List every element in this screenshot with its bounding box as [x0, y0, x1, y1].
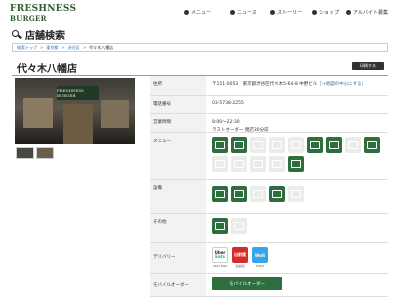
mobile-order-button[interactable]: モバイルオーダー	[212, 277, 282, 290]
uber-eats-caption: Uber Eats	[212, 264, 228, 268]
menu-feature-icon	[269, 156, 285, 172]
menu-feature-icon	[307, 137, 323, 153]
shop-icon	[312, 10, 317, 15]
delivery-label: デリバリー	[150, 243, 206, 273]
photo-sign: FRESHNESS BURGER	[57, 86, 99, 100]
facilities-label: 設備	[150, 180, 206, 213]
nav-story[interactable]: ストーリー	[270, 9, 302, 16]
address-value: 〒151-0053 東京都渋谷区代々木5-64-8 中野ビル［→地図の中心にする…	[212, 81, 388, 87]
row-hours: 営業時間 8:00～22:30 ラストオーダー 閉店30分前	[150, 114, 388, 133]
map-center-link[interactable]: ［→地図の中心にする］	[317, 82, 366, 87]
wolt-logo-text: Wolt	[254, 252, 266, 258]
mobile-order-label: モバイルオーダー	[150, 274, 206, 296]
nav-story-label: ストーリー	[277, 10, 303, 16]
other-label: その他	[150, 214, 206, 242]
photo-window	[23, 98, 53, 128]
logo-line2: BURGER	[10, 14, 47, 23]
store-photo: FRESHNESS BURGER	[15, 78, 135, 144]
row-facilities: 設備	[150, 180, 388, 214]
menu-feature-icon	[250, 156, 266, 172]
menu-feature-icon	[231, 137, 247, 153]
row-mobile-order: モバイルオーダー モバイルオーダー	[150, 274, 388, 297]
menu-feature-icon	[231, 156, 247, 172]
demaecan-logo: 出前館	[232, 247, 248, 263]
hours-value: 8:00～22:30 ラストオーダー 閉店30分前	[212, 119, 388, 133]
row-address: 住所 〒151-0053 東京都渋谷区代々木5-64-8 中野ビル［→地図の中心…	[150, 76, 388, 96]
page-title: 店舗検索	[12, 27, 65, 42]
other-icons	[212, 218, 382, 234]
nav-shop[interactable]: ショップ	[312, 9, 339, 16]
nav-shop-label: ショップ	[319, 10, 340, 16]
row-phone: 電話番号 03-5738-2255	[150, 96, 388, 114]
photo-thumbnail[interactable]	[16, 147, 34, 159]
no-smoking-icon	[269, 186, 285, 202]
menu-icons	[212, 137, 382, 172]
news-icon	[230, 10, 235, 15]
photo-door	[63, 104, 93, 144]
search-icon	[12, 30, 22, 39]
photo-window	[101, 100, 129, 128]
demaecan-caption: 出前館	[235, 264, 245, 268]
phone-value: 03-5738-2255	[212, 101, 244, 106]
menu-feature-icon	[288, 137, 304, 153]
nav-recruit-label: アルバイト募集	[353, 10, 388, 16]
wolt-logo: Wolt	[252, 247, 268, 263]
power-outlet-icon	[231, 186, 247, 202]
site-header: FRESHNESS BURGER メニュー ニュース ストーリー ショップ アル…	[0, 0, 400, 26]
hours-line1: 8:00～22:30	[212, 120, 240, 125]
page-title-text: 店舗検索	[25, 31, 65, 42]
store-name: 代々木八幡店	[17, 64, 77, 75]
demaecan-logo-text: 出前館	[234, 252, 246, 257]
facility-icon	[288, 186, 304, 202]
uber-eats-logo: Uber Eats	[212, 247, 228, 263]
nav-recruit[interactable]: アルバイト募集	[346, 9, 388, 16]
demaecan-service[interactable]: 出前館 出前館	[232, 247, 248, 268]
row-other: その他	[150, 214, 388, 243]
breadcrumb-item[interactable]: 渋谷区	[68, 45, 80, 51]
print-label: 印刷する	[360, 63, 376, 68]
mobile-order-button-label: モバイルオーダー	[229, 281, 265, 287]
menu-feature-icon	[345, 137, 361, 153]
delivery-services: Uber Eats Uber Eats 出前館 出前館 Wolt WOLT	[212, 247, 268, 268]
menu-icon	[184, 10, 189, 15]
address-text: 〒151-0053 東京都渋谷区代々木5-64-8 中野ビル	[212, 82, 318, 87]
phone-label: 電話番号	[150, 96, 206, 113]
menu-label: メニュー	[150, 133, 206, 179]
service-icon	[231, 218, 247, 234]
breadcrumb-item[interactable]: 東京都	[46, 45, 58, 51]
nav-news-label: ニュース	[237, 10, 257, 16]
wifi-icon	[212, 186, 228, 202]
menu-feature-icon	[288, 156, 304, 172]
row-menu: メニュー	[150, 133, 388, 180]
breadcrumb-current: 代々木八幡店	[89, 44, 114, 50]
row-delivery: デリバリー Uber Eats Uber Eats 出前館 出前館 Wolt WOLT	[150, 243, 388, 274]
menu-feature-icon	[326, 137, 342, 153]
person-icon	[346, 10, 351, 15]
logo-line1: FRESHNESS	[10, 4, 77, 14]
address-label: 住所	[150, 76, 206, 95]
print-button[interactable]: 印刷する	[352, 62, 384, 70]
uber-eats-service[interactable]: Uber Eats Uber Eats	[212, 247, 228, 268]
menu-feature-icon	[212, 156, 228, 172]
hours-label: 営業時間	[150, 114, 206, 132]
service-icon	[212, 218, 228, 234]
menu-feature-icon	[364, 137, 380, 153]
menu-feature-icon	[212, 137, 228, 153]
wolt-caption: WOLT	[255, 264, 265, 268]
facility-icon	[250, 186, 266, 202]
menu-feature-icon	[250, 137, 266, 153]
photo-thumbnail[interactable]	[36, 147, 54, 159]
wolt-service[interactable]: Wolt WOLT	[252, 247, 268, 268]
facility-icons	[212, 186, 382, 202]
nav-menu[interactable]: メニュー	[184, 9, 211, 16]
menu-feature-icon	[269, 137, 285, 153]
nav-news[interactable]: ニュース	[230, 9, 257, 16]
photo-thumbnails	[16, 147, 54, 159]
breadcrumb-item[interactable]: 検索トップ	[17, 45, 37, 51]
story-icon	[270, 10, 275, 15]
freshness-burger-logo[interactable]: FRESHNESS BURGER	[10, 4, 77, 23]
breadcrumb: 検索トップ > 東京都 > 渋谷区 > 代々木八幡店	[12, 43, 388, 52]
nav-menu-label: メニュー	[191, 10, 212, 16]
